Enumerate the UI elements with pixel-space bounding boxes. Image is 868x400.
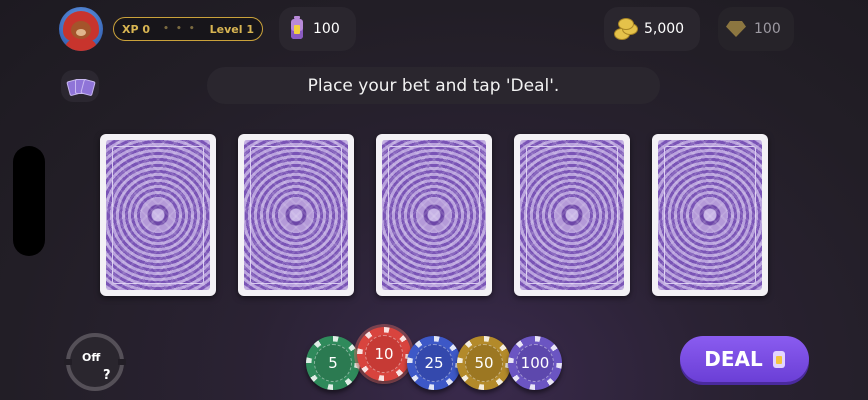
chip-value: 50 [474, 354, 494, 372]
card-back-pattern [520, 140, 624, 290]
chip-5[interactable]: 5 [306, 336, 360, 390]
autoplay-state-label: Off [82, 351, 101, 364]
chip-value: 100 [520, 354, 550, 372]
status-message-text: Place your bet and tap 'Deal'. [307, 75, 560, 96]
energy-value: 100 [313, 21, 340, 37]
gems-counter[interactable]: 100 [718, 7, 794, 51]
side-drawer-handle[interactable] [13, 146, 45, 256]
chip-value: 10 [374, 345, 394, 363]
paytable-button[interactable] [61, 70, 99, 102]
card-slot-5[interactable] [652, 134, 768, 296]
chip-25[interactable]: 25 [407, 336, 461, 390]
status-message: Place your bet and tap 'Deal'. [207, 67, 660, 104]
autoplay-toggle[interactable]: Off ? [64, 333, 126, 391]
chip-100[interactable]: 100 [508, 336, 562, 390]
gems-value: 100 [754, 21, 781, 37]
deal-button-label: DEAL [704, 347, 763, 371]
deal-button[interactable]: DEAL [680, 336, 809, 382]
card-back-pattern [658, 140, 762, 290]
chip-10[interactable]: 10 [357, 327, 411, 381]
chip-value: 5 [328, 354, 338, 372]
diamond-icon [726, 21, 746, 37]
card-back-pattern [244, 140, 348, 290]
card-slot-2[interactable] [238, 134, 354, 296]
battery-icon [772, 350, 785, 368]
help-icon: ? [103, 368, 111, 383]
level-label: Level 1 [209, 22, 254, 36]
chip-50[interactable]: 50 [457, 336, 511, 390]
xp-progress-dots: • • • [163, 24, 197, 34]
card-back-pattern [106, 140, 210, 290]
player-avatar[interactable] [59, 7, 103, 51]
card-back-pattern [382, 140, 486, 290]
xp-level-bar[interactable]: XP 0 • • • Level 1 [113, 17, 263, 41]
xp-label: XP 0 [122, 22, 151, 36]
battery-icon [291, 16, 303, 39]
card-slot-3[interactable] [376, 134, 492, 296]
card-slot-4[interactable] [514, 134, 630, 296]
cards-icon [66, 78, 96, 97]
energy-counter[interactable]: 100 [279, 7, 356, 51]
gold-coins-icon [614, 18, 638, 40]
chip-value: 25 [424, 354, 444, 372]
gold-counter[interactable]: 5,000 [604, 7, 700, 51]
gold-value: 5,000 [644, 21, 685, 37]
card-slot-1[interactable] [100, 134, 216, 296]
